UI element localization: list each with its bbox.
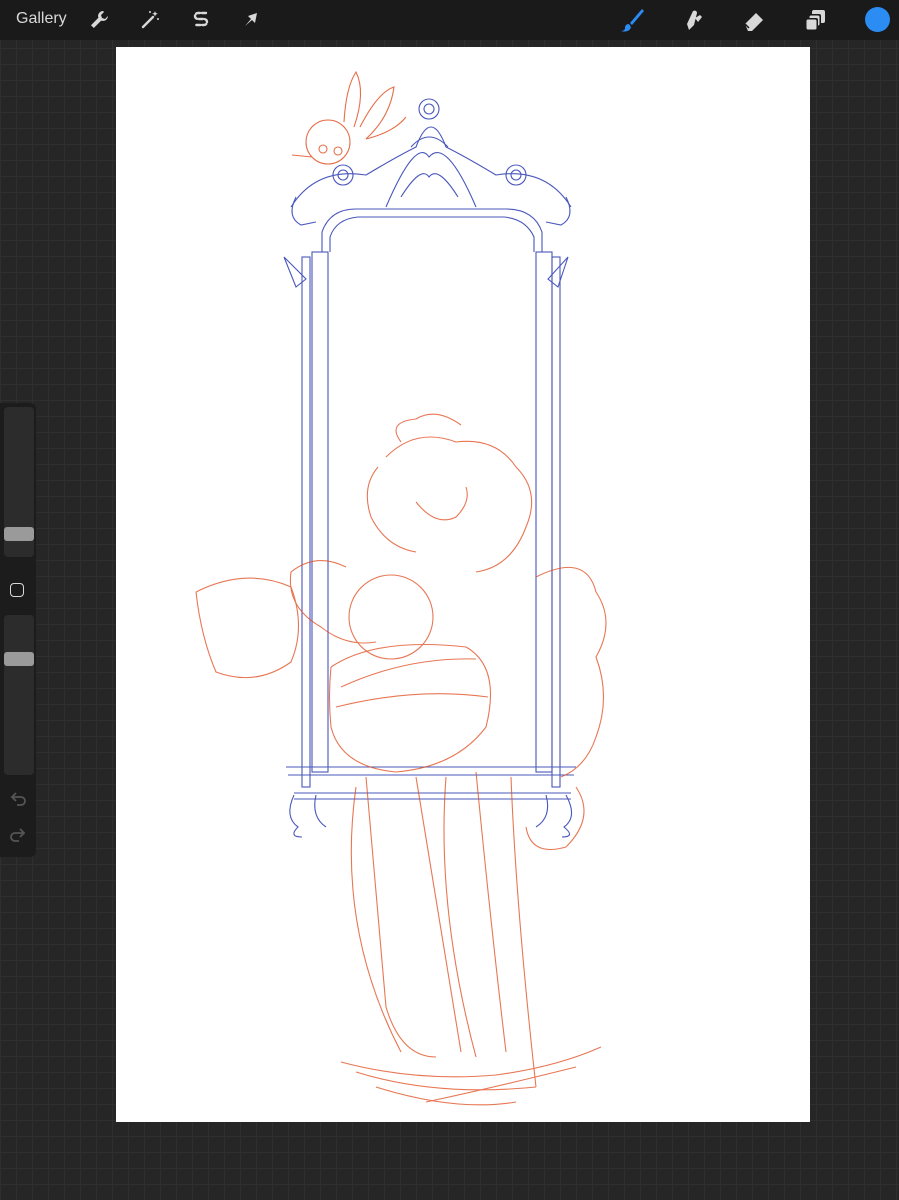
figure-sketch bbox=[195, 413, 607, 1106]
brush-icon[interactable] bbox=[620, 8, 644, 32]
selection-s-icon[interactable] bbox=[189, 8, 213, 32]
top-toolbar: Gallery bbox=[0, 0, 899, 40]
opacity-slider-thumb[interactable] bbox=[4, 651, 34, 666]
mirror-frame-sketch bbox=[283, 98, 576, 838]
transform-arrow-icon[interactable] bbox=[239, 8, 263, 32]
modify-button[interactable] bbox=[10, 583, 24, 597]
magic-wand-icon[interactable] bbox=[138, 8, 162, 32]
side-bar bbox=[0, 403, 36, 857]
layers-icon[interactable] bbox=[804, 8, 828, 32]
redo-icon[interactable] bbox=[8, 825, 28, 845]
gallery-button[interactable]: Gallery bbox=[16, 10, 67, 28]
opacity-slider[interactable] bbox=[4, 615, 34, 775]
drawing-canvas[interactable] bbox=[116, 47, 810, 1122]
smudge-icon[interactable] bbox=[681, 8, 705, 32]
color-picker-button[interactable] bbox=[865, 7, 890, 32]
undo-icon[interactable] bbox=[8, 789, 28, 809]
creature-sketch bbox=[291, 70, 407, 165]
wrench-icon[interactable] bbox=[87, 8, 111, 32]
sketch-artwork bbox=[195, 70, 607, 1106]
eraser-icon[interactable] bbox=[742, 8, 766, 32]
brush-size-slider-thumb[interactable] bbox=[4, 526, 34, 541]
